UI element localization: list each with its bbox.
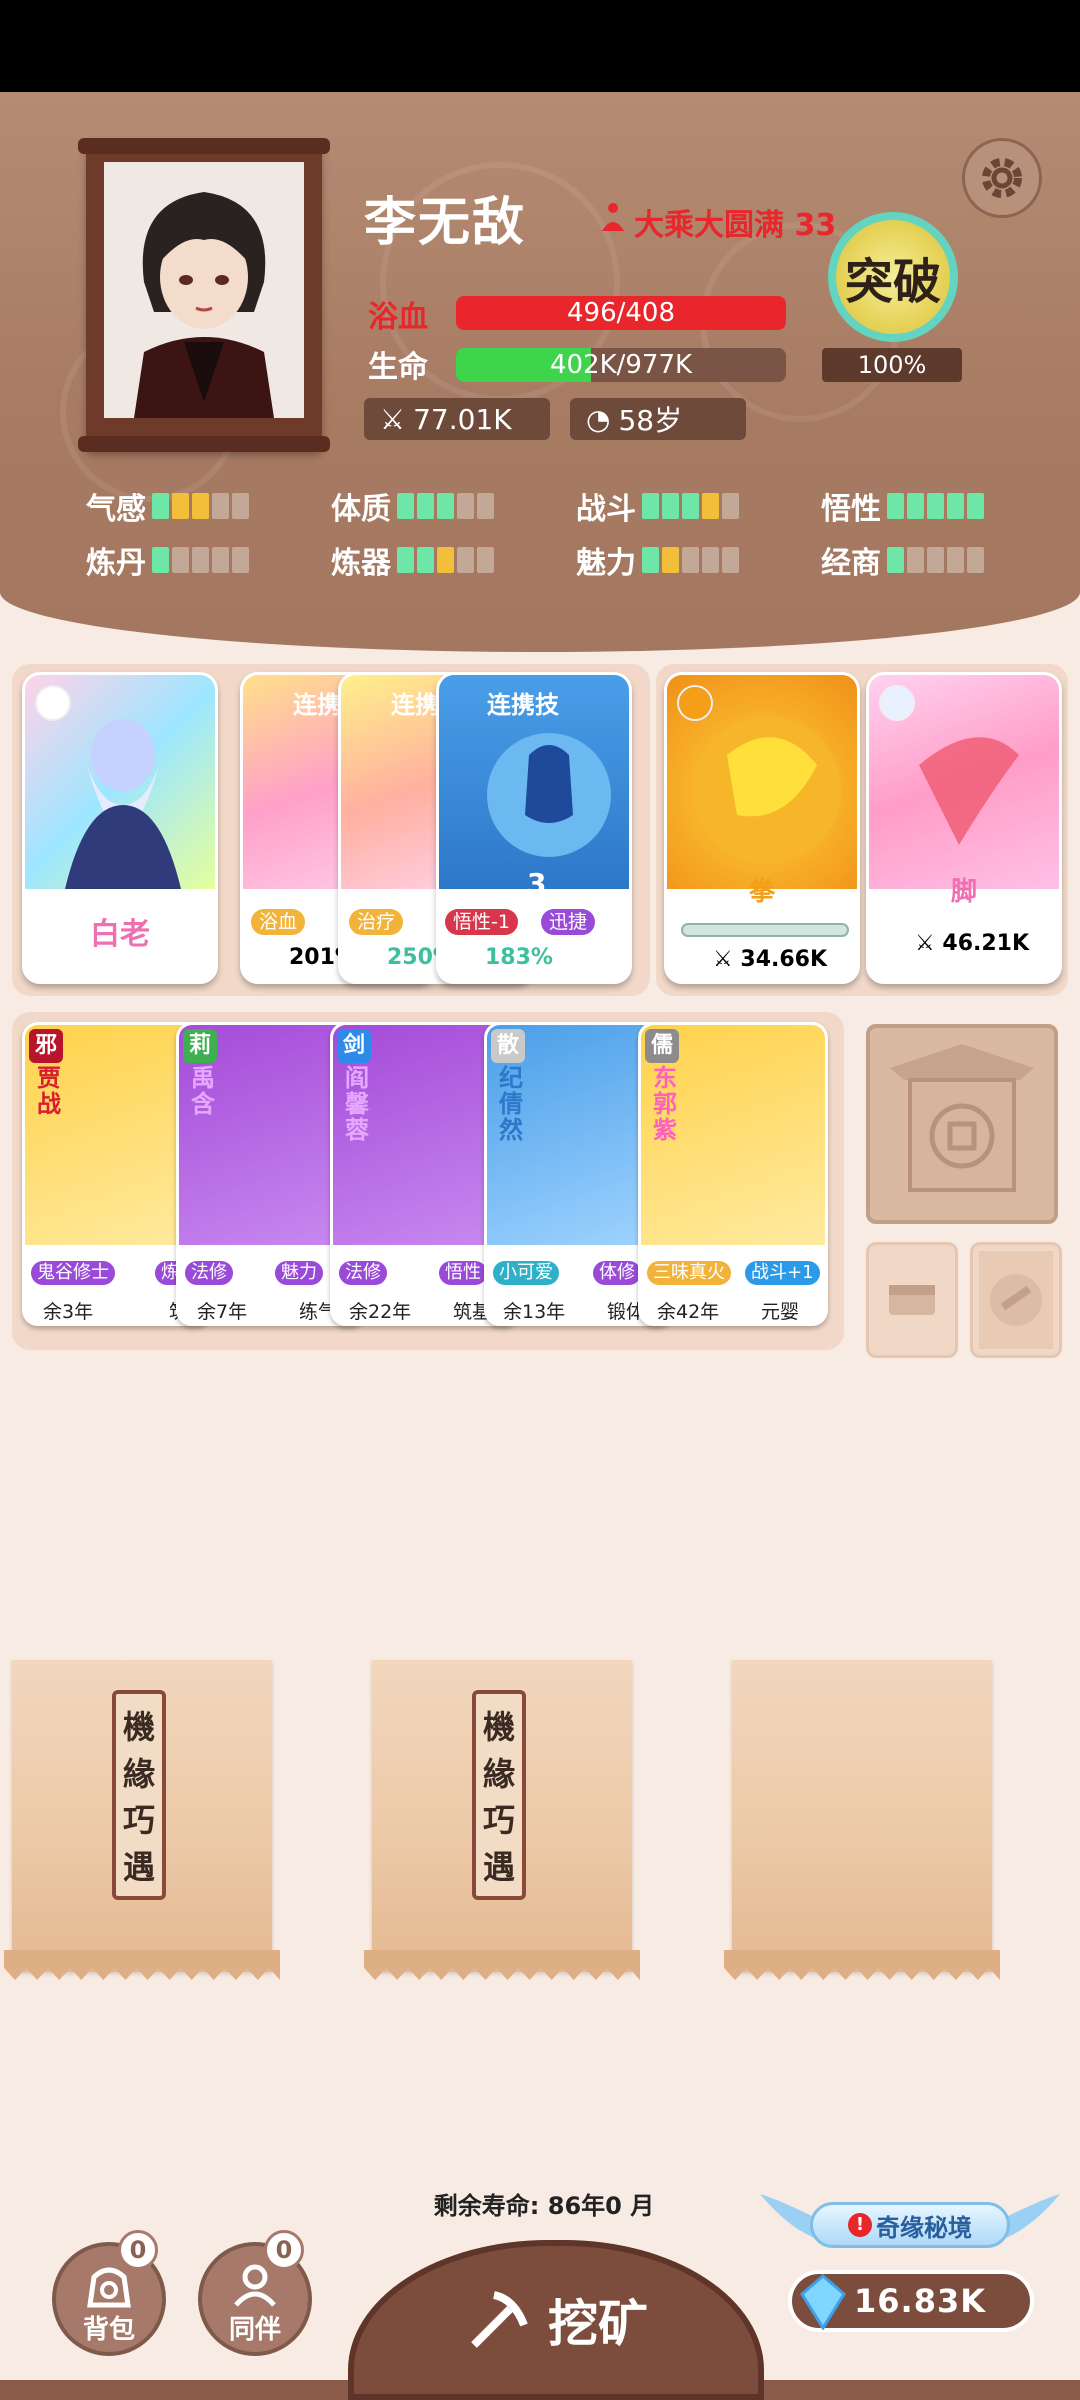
stat-pip [192, 547, 209, 573]
stat-pip [947, 547, 964, 573]
stat-item: 气感 [86, 484, 331, 528]
fist-card[interactable]: 拳 ⚔ 34.66K [664, 672, 860, 984]
stat-pip [457, 493, 474, 519]
power-pill: ⚔ 77.01K [364, 398, 550, 440]
stat-pip [232, 547, 249, 573]
crystal-icon [800, 2274, 846, 2330]
player-name: 李无敌 [364, 193, 527, 253]
stat-pip [477, 493, 494, 519]
realm-label: 大乘大圆满 33 [596, 200, 836, 244]
stats-grid: 气感 体质 战斗 悟性 炼丹 炼器 魅力 经商 [86, 484, 1026, 582]
stat-item: 体质 [331, 484, 576, 528]
stat-pip [397, 547, 414, 573]
companion-card[interactable]: 儒 东郭紫 三味真火 战斗+1 余42年 元婴 [638, 1022, 828, 1326]
stat-pip [927, 547, 944, 573]
stat-item: 悟性 [821, 484, 1066, 528]
gear-icon [982, 158, 1022, 198]
stat-pip [722, 493, 739, 519]
scroll-rod-top [78, 138, 330, 154]
stat-pip [927, 493, 944, 519]
master-card[interactable]: 白老 [22, 672, 218, 984]
chest-button[interactable] [866, 1242, 958, 1358]
meditation-icon [596, 201, 630, 243]
stat-pip [722, 547, 739, 573]
pouch-seal: 機 緣 巧 遇 [112, 1690, 166, 1900]
combo-card-3[interactable]: 连携技 3 悟性-1 迅捷 183% [436, 672, 632, 984]
kick-badge-icon [879, 685, 915, 721]
gem-balance[interactable]: 16.83K [788, 2270, 1034, 2332]
stat-pip [967, 547, 984, 573]
stat-pip [152, 547, 169, 573]
fist-badge-icon [677, 685, 713, 721]
stat-pip [642, 547, 659, 573]
stat-pip [437, 547, 454, 573]
bag-count-badge: 0 [118, 2230, 158, 2270]
master-badge-icon [35, 685, 71, 721]
scroll-button[interactable] [970, 1242, 1062, 1358]
stat-item: 炼丹 [86, 538, 331, 582]
stat-pip [967, 493, 984, 519]
stat-pip [702, 547, 719, 573]
stat-pip [702, 493, 719, 519]
stat-item: 经商 [821, 538, 1066, 582]
stat-pip [682, 493, 699, 519]
stat-pip [192, 493, 209, 519]
fortune-pouch[interactable]: 機 緣 巧 遇 [364, 1660, 640, 1980]
player-avatar[interactable] [104, 162, 304, 418]
stat-pip [642, 493, 659, 519]
empty-pouch[interactable] [724, 1660, 1000, 1980]
stat-pip [437, 493, 454, 519]
kick-power: ⚔ 46.21K [915, 931, 1030, 956]
age-pill: ◔ 58岁 [570, 398, 746, 440]
stat-pip [947, 493, 964, 519]
stat-pip [212, 493, 229, 519]
stat-item: 炼器 [331, 538, 576, 582]
stat-pip [232, 493, 249, 519]
stat-pip [887, 493, 904, 519]
blood-label: 浴血 [368, 300, 428, 335]
sword-icon: ⚔ [380, 402, 406, 436]
breakthrough-percent: 100% [822, 348, 962, 382]
stat-item: 魅力 [576, 538, 821, 582]
stat-item: 战斗 [576, 484, 821, 528]
stat-pip [417, 547, 434, 573]
status-bar [0, 0, 1080, 92]
breakthrough-button[interactable]: 突破 [828, 212, 958, 342]
stat-pip [682, 547, 699, 573]
stat-pip [172, 547, 189, 573]
stat-pip [887, 547, 904, 573]
stat-pip [477, 547, 494, 573]
life-bar: 402K/977K [456, 348, 786, 382]
stat-pip [152, 493, 169, 519]
partner-count-badge: 0 [264, 2230, 304, 2270]
stat-pip [907, 493, 924, 519]
fist-power: ⚔ 34.66K [713, 947, 828, 972]
pouch-seal: 機 緣 巧 遇 [472, 1690, 526, 1900]
scroll-icon [979, 1251, 1053, 1349]
stat-pip [172, 493, 189, 519]
blood-bar: 496/408 [456, 296, 786, 330]
shrine-button[interactable] [866, 1024, 1058, 1224]
stat-pip [907, 547, 924, 573]
pickaxe-icon [471, 2291, 528, 2348]
stat-pip [662, 493, 679, 519]
stat-pip [417, 493, 434, 519]
stat-pip [212, 547, 229, 573]
shrine-icon [890, 1044, 1034, 1192]
scroll-rod-bottom [78, 436, 330, 452]
alert-icon: ! [848, 2213, 872, 2237]
settings-button[interactable] [962, 138, 1042, 218]
secret-realm-button[interactable]: ! 奇缘秘境 [760, 2190, 1060, 2262]
stat-pip [662, 547, 679, 573]
life-label: 生命 [368, 350, 428, 385]
stat-pip [457, 547, 474, 573]
stat-pip [397, 493, 414, 519]
kick-card[interactable]: 脚 ⚔ 46.21K [866, 672, 1062, 984]
clock-icon: ◔ [586, 402, 611, 436]
chest-icon [889, 1285, 935, 1315]
fortune-pouch[interactable]: 機 緣 巧 遇 [4, 1660, 280, 1980]
